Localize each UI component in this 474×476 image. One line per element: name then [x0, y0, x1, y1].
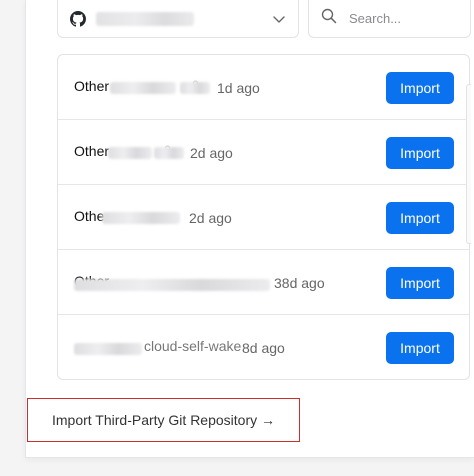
repository-row: Other 1d ago Import — [58, 55, 469, 120]
redacted-repository-name — [180, 82, 210, 94]
github-icon — [70, 10, 86, 27]
import-button[interactable]: Import — [386, 72, 454, 104]
chevron-down-icon — [272, 12, 286, 26]
repository-updated-time: 1d ago — [217, 80, 260, 96]
git-scope-select[interactable] — [57, 0, 299, 38]
import-button[interactable]: Import — [386, 332, 454, 364]
repository-row: Other 38d ago Import — [58, 250, 469, 315]
repository-row: Other 2d ago Import — [58, 120, 469, 185]
repository-updated-time: 38d ago — [274, 275, 325, 291]
import-button[interactable]: Import — [386, 267, 454, 299]
redacted-repository-name — [108, 147, 152, 159]
import-third-party-repository-link[interactable]: Import Third-Party Git Repository → — [27, 398, 300, 442]
repository-name-prefix: Other — [74, 78, 110, 94]
redacted-repository-name — [102, 212, 180, 224]
repository-updated-time: 2d ago — [190, 145, 233, 161]
repository-updated-time: 2d ago — [189, 210, 232, 226]
import-button[interactable]: Import — [386, 202, 454, 234]
redacted-repository-name — [110, 82, 176, 94]
scrollbar[interactable] — [466, 84, 471, 244]
repository-name-prefix: Othe — [74, 208, 105, 224]
repository-row: cloud-self-wake 8d ago Import — [58, 315, 469, 379]
repository-list: Other 1d ago Import Other 2d ago Import … — [57, 54, 470, 380]
search-icon — [321, 8, 337, 29]
search-input[interactable] — [347, 10, 457, 27]
repository-row: Othe 2d ago Import — [58, 185, 469, 250]
repository-name-suffix: cloud-self-wake — [144, 338, 242, 354]
repository-name-prefix: Other — [74, 143, 110, 159]
redacted-repository-name — [74, 279, 270, 291]
import-button[interactable]: Import — [386, 137, 454, 169]
redacted-scope-name — [96, 11, 194, 26]
repository-updated-time: 8d ago — [242, 340, 285, 356]
redacted-repository-name — [74, 343, 142, 355]
search-box[interactable] — [308, 0, 471, 38]
redacted-repository-name — [154, 147, 184, 159]
